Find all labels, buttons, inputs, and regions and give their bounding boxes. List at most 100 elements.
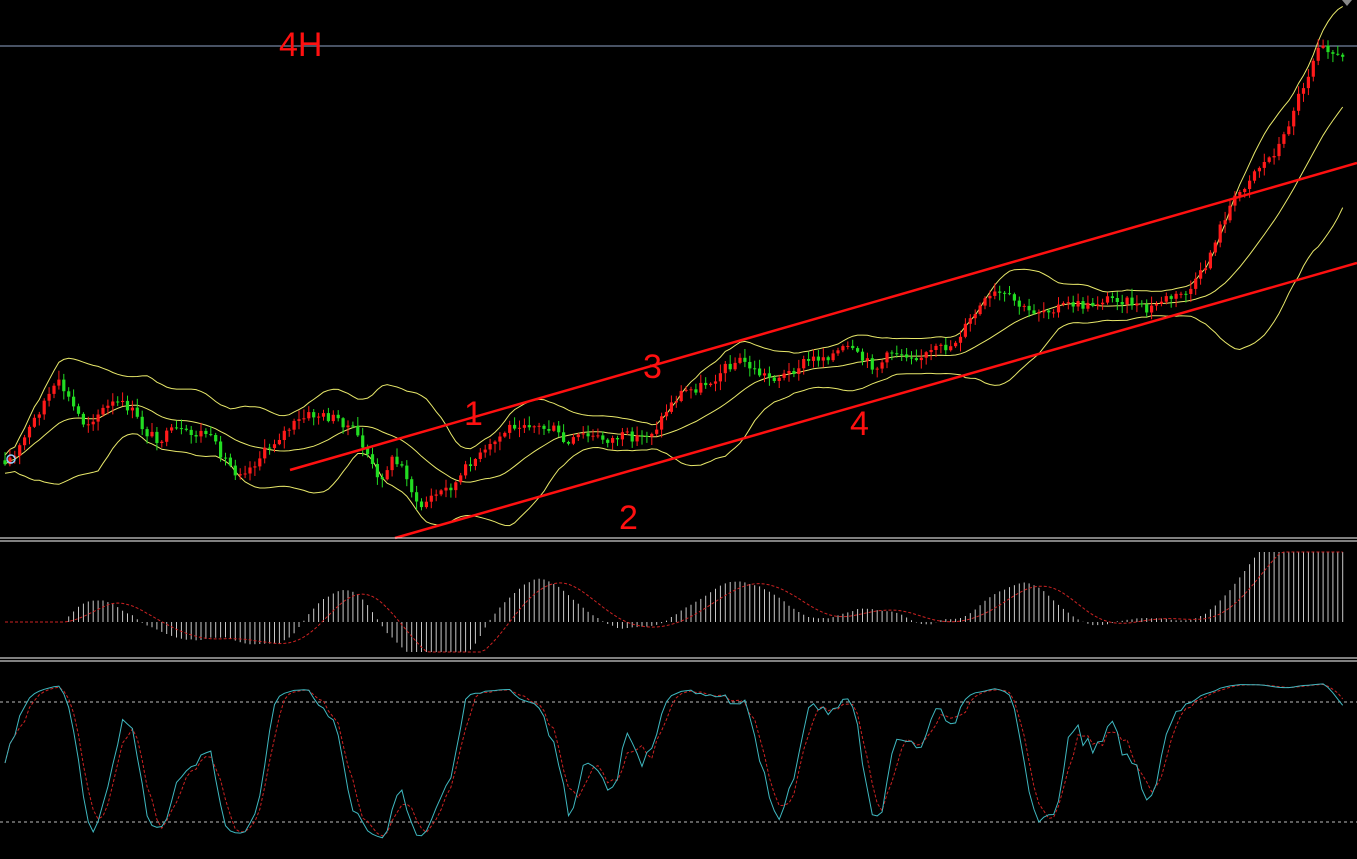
candle-body (905, 354, 909, 358)
candle-body (635, 435, 639, 442)
candle-body (988, 295, 992, 299)
candle-body (361, 435, 365, 448)
candle-body (767, 373, 771, 378)
candle-body (1179, 293, 1183, 295)
candle-body (459, 475, 463, 483)
candle-body (1081, 301, 1085, 309)
candle-body (91, 421, 95, 425)
candle-body (772, 377, 776, 381)
candle-body (243, 473, 247, 475)
candle-body (415, 492, 419, 502)
candle-body (591, 435, 595, 437)
candle-body (57, 379, 61, 386)
candle-body (307, 412, 311, 419)
candle-body (1145, 304, 1149, 313)
candle-body (150, 431, 154, 437)
candle-body (777, 377, 781, 381)
candle-body (704, 382, 708, 386)
candle-body (802, 359, 806, 369)
candle-body (468, 464, 473, 466)
candle-body (248, 467, 252, 474)
candle-body (170, 427, 174, 431)
candle-body (145, 429, 149, 437)
candle-body (405, 465, 409, 480)
candle-body (27, 426, 32, 438)
candle-body (23, 437, 27, 446)
candle-body (787, 371, 791, 374)
candle-body (557, 425, 561, 433)
candle-body (101, 407, 105, 415)
candle-body (537, 425, 541, 427)
candle-body (199, 430, 203, 437)
candle-body (944, 344, 948, 351)
candle-body (1218, 224, 1222, 243)
timeframe-label: 4H (279, 26, 322, 64)
candle-body (728, 363, 732, 370)
candle-body (836, 350, 840, 354)
candle-body (1032, 310, 1036, 314)
candle-body (410, 479, 414, 493)
candle-body (493, 441, 497, 445)
candle-body (1096, 304, 1100, 306)
candle-body (733, 362, 737, 370)
candle-body (1184, 293, 1188, 295)
candle-body (831, 353, 835, 361)
candle-body (302, 418, 306, 420)
candle-body (753, 368, 757, 370)
candle-body (968, 318, 972, 324)
candle-body (400, 464, 404, 466)
candle-body (165, 430, 169, 442)
candle-body (1243, 189, 1247, 192)
candle-body (1174, 293, 1178, 299)
candle-body (238, 474, 242, 476)
candle-body (268, 447, 272, 449)
candle-body (576, 434, 580, 438)
candle-body (76, 406, 81, 414)
candle-body (62, 379, 66, 392)
candle-body (1125, 297, 1129, 305)
candle-body (929, 350, 933, 353)
candle-body (611, 438, 615, 443)
candle-body (1022, 305, 1026, 307)
candle-body (116, 401, 120, 403)
candle-body (321, 413, 326, 417)
candle-body (478, 452, 482, 459)
candle-body (547, 429, 551, 431)
candle-body (312, 412, 316, 418)
candle-body (900, 354, 904, 356)
candle-body (660, 416, 664, 430)
candle-body (1262, 162, 1266, 168)
candle-body (1341, 54, 1345, 57)
candle-body (1297, 93, 1301, 111)
candle-body (713, 381, 718, 384)
candle-body (1208, 252, 1212, 269)
candle-body (86, 424, 90, 426)
candle-body (650, 433, 654, 437)
candle-body (669, 402, 673, 412)
candle-body (1105, 296, 1110, 303)
candle-body (517, 427, 522, 429)
candle-body (228, 457, 232, 466)
candle-body (596, 435, 600, 437)
candle-body (424, 501, 428, 508)
candle-body (1248, 180, 1252, 189)
candle-body (449, 487, 453, 491)
candle-body (655, 429, 659, 434)
candle-body (640, 435, 644, 437)
candle-body (1115, 298, 1119, 302)
candle-body (326, 413, 330, 422)
candle-body (111, 401, 115, 406)
candle-body (1027, 305, 1031, 311)
candle-body (865, 358, 869, 361)
candle-body (581, 433, 585, 435)
candle-body (390, 456, 394, 471)
candle-body (856, 348, 860, 352)
candle-body (1213, 242, 1217, 253)
candle-body (317, 416, 321, 418)
candle-body (174, 427, 179, 429)
candle-body (1061, 303, 1065, 305)
candle-body (993, 291, 997, 296)
candle-body (1135, 303, 1139, 306)
candle-body (106, 405, 110, 408)
candle-body (664, 411, 669, 417)
